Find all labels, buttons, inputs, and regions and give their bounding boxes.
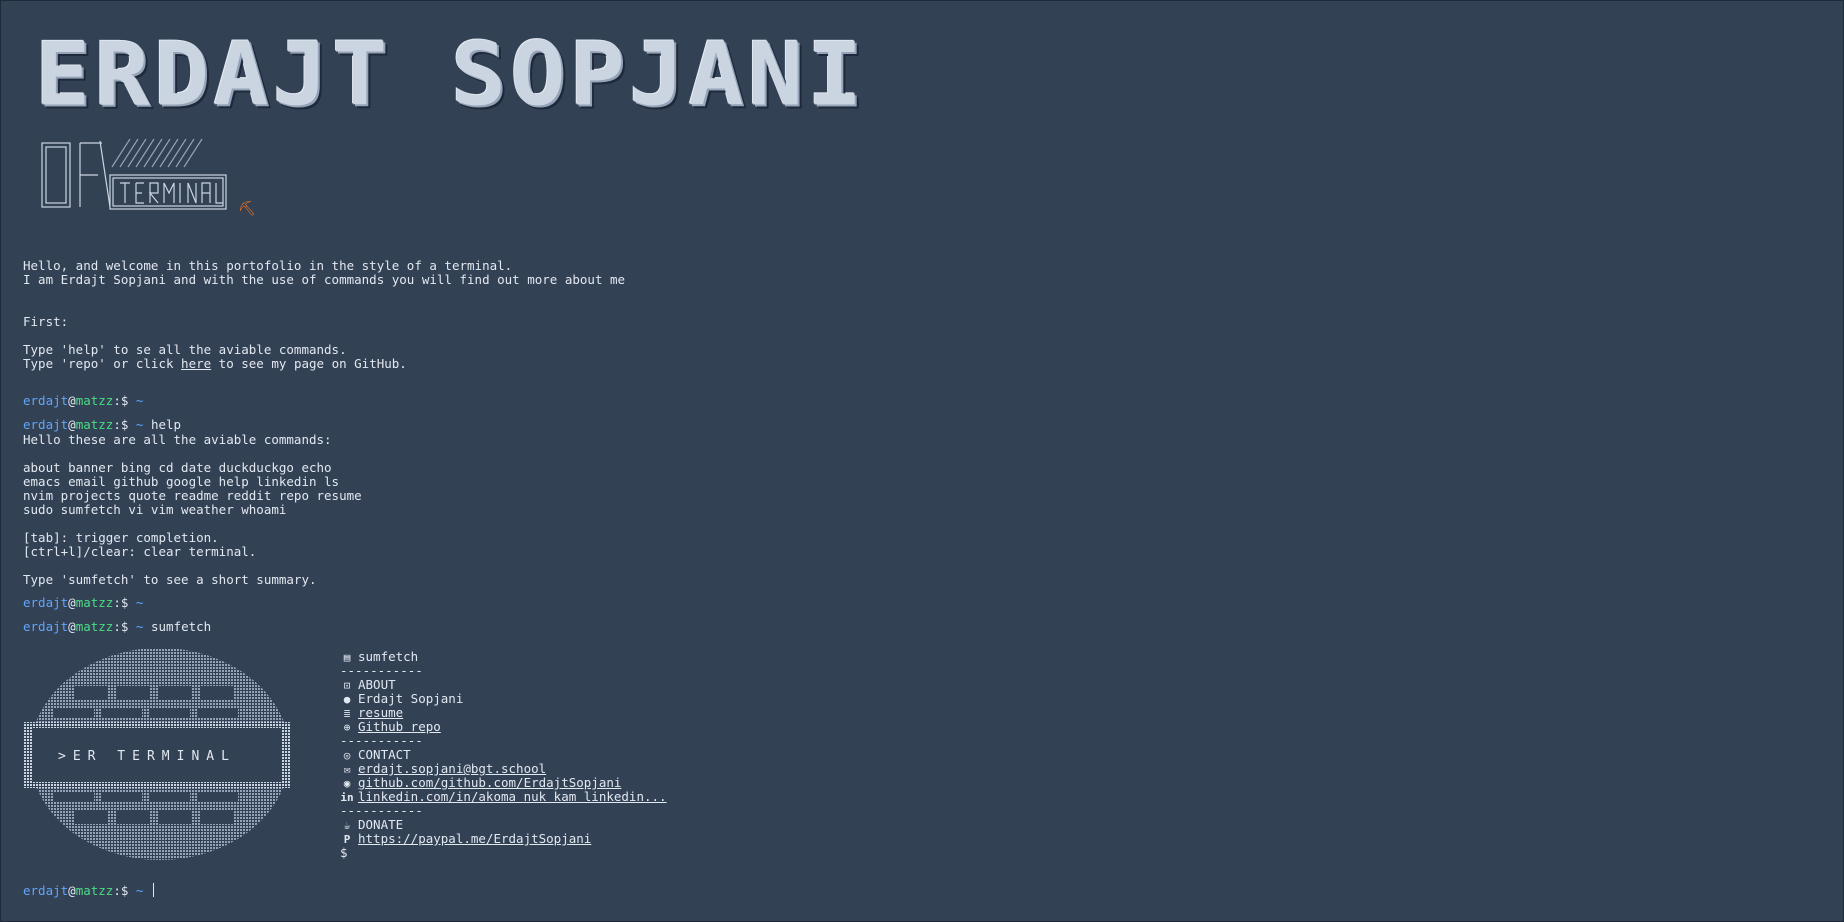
help-sumfetch-hint: Type 'sumfetch' to see a short summary. <box>23 572 317 587</box>
mail-icon: ✉ <box>343 763 351 776</box>
prompt-line: erdajt@matzz:$ ~ <box>23 393 144 408</box>
linkedin-link[interactable]: linkedin.com/in/akoma nuk kam linkedin..… <box>358 789 667 804</box>
help-clear: [ctrl+l]/clear: clear terminal. <box>23 544 257 559</box>
email-link[interactable]: erdajt.sopjani@bgt.school <box>358 761 546 776</box>
at-sign-icon: ◎ <box>343 749 351 762</box>
resume-link[interactable]: resume <box>358 705 403 720</box>
sumfetch-dollar: $ <box>340 845 348 860</box>
paypal-row: Phttps://paypal.me/ErdajtSopjani <box>340 831 592 847</box>
sumfetch-divider: ----------- <box>340 733 423 748</box>
prompt-line: erdajt@matzz:$ ~ help <box>23 417 182 432</box>
command-text: sumfetch <box>150 619 212 634</box>
help-commands-row: about banner bing cd date duckduckgo ech… <box>23 460 332 475</box>
command-text: help <box>150 417 182 432</box>
document-icon: ≣ <box>343 707 351 720</box>
intro-repo-line: Type 'repo' or click here to see my page… <box>23 356 407 371</box>
help-commands-row: nvim projects quote readme reddit repo r… <box>23 488 362 503</box>
sumfetch-divider: ----------- <box>340 663 423 678</box>
intro-help-hint: Type 'help' to se all the aviable comman… <box>23 342 347 357</box>
intro-line-2: I am Erdajt Sopjani and with the use of … <box>23 272 626 287</box>
repo-link[interactable]: here <box>181 356 211 371</box>
help-commands-row: sudo sumfetch vi vim weather whoami <box>23 502 287 517</box>
github-link[interactable]: github.com/github.com/ErdajtSopjani <box>358 775 621 790</box>
intro-line-1: Hello, and welcome in this portofolio in… <box>23 258 513 273</box>
text-cursor <box>152 883 154 897</box>
prompt-line: erdajt@matzz:$ ~ <box>23 595 144 610</box>
coffee-icon: ☕ <box>343 819 351 832</box>
github-repo-link[interactable]: Github repo <box>358 719 441 734</box>
prompt-line: erdajt@matzz:$ ~ sumfetch <box>23 619 212 634</box>
logo-text: >ER TERMINAL <box>58 749 236 764</box>
er-terminal-logo <box>41 138 227 210</box>
help-commands-row: emacs email github google help linkedin … <box>23 474 340 489</box>
er-terminal-globe-logo: >ER TERMINAL <box>24 648 290 860</box>
help-header: Hello these are all the aviable commands… <box>23 432 332 447</box>
user-icon: ● <box>343 693 351 706</box>
github-icon: ◉ <box>343 777 351 790</box>
intro-first: First: <box>23 314 69 329</box>
help-tab: [tab]: trigger completion. <box>23 530 219 545</box>
terminal-icon: ⊡ <box>343 679 351 692</box>
paypal-link[interactable]: https://paypal.me/ErdajtSopjani <box>358 831 591 846</box>
banner-title: ERDAJT SOPJANI <box>35 23 867 126</box>
pickaxe-icon: ⛏ <box>238 201 256 217</box>
prompt-input-line[interactable]: erdajt@matzz:$ ~ <box>23 883 154 898</box>
sumfetch-divider: ----------- <box>340 803 423 818</box>
